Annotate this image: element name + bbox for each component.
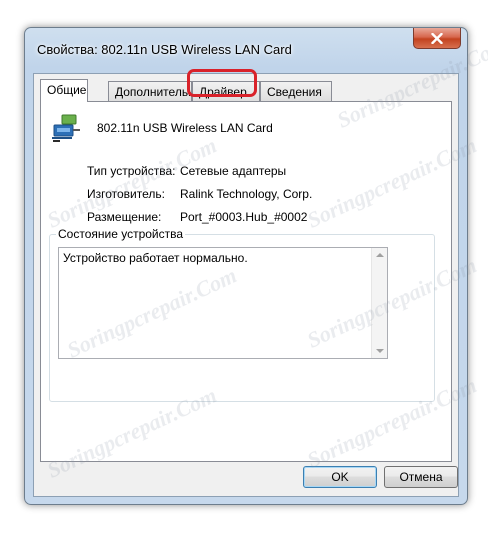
- scroll-up-arrow-icon[interactable]: [376, 253, 384, 257]
- close-icon: [431, 32, 443, 44]
- network-adapter-icon: [52, 114, 80, 142]
- manufacturer-label: Изготовитель:: [87, 187, 165, 201]
- close-button[interactable]: [413, 28, 461, 49]
- tab-details[interactable]: Сведения: [260, 81, 332, 101]
- dialog-client-area: Общие Дополнительно Драйвер Сведения 802…: [33, 73, 459, 497]
- status-scrollbar[interactable]: [371, 248, 387, 358]
- device-status-text: Устройство работает нормально.: [63, 251, 248, 265]
- device-name: 802.11n USB Wireless LAN Card: [97, 121, 273, 135]
- device-status-title: Состояние устройства: [56, 227, 186, 241]
- properties-dialog: Свойства: 802.11n USB Wireless LAN Card …: [24, 27, 468, 505]
- location-label: Размещение:: [87, 210, 162, 224]
- manufacturer-value: Ralink Technology, Corp.: [180, 187, 313, 201]
- device-type-label: Тип устройства:: [87, 164, 176, 178]
- device-type-value: Сетевые адаптеры: [180, 164, 287, 178]
- general-tab-panel: 802.11n USB Wireless LAN Card Тип устрой…: [40, 101, 452, 462]
- ok-button[interactable]: OK: [303, 466, 377, 488]
- device-status-textbox[interactable]: Устройство работает нормально.: [58, 247, 388, 359]
- tab-advanced[interactable]: Дополнительно: [108, 81, 192, 101]
- tab-general[interactable]: Общие: [40, 79, 88, 102]
- device-status-group: Состояние устройства Устройство работает…: [49, 227, 435, 402]
- driver-tab-highlight: [187, 69, 257, 97]
- cancel-button[interactable]: Отмена: [384, 466, 458, 488]
- scroll-down-arrow-icon[interactable]: [376, 349, 384, 353]
- window-title: Свойства: 802.11n USB Wireless LAN Card: [37, 42, 292, 57]
- title-bar[interactable]: Свойства: 802.11n USB Wireless LAN Card: [25, 28, 467, 72]
- location-value: Port_#0003.Hub_#0002: [180, 210, 308, 224]
